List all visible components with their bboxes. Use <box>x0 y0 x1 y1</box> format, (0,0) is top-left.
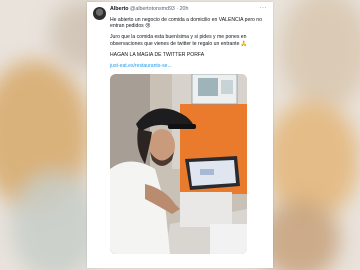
tweet-text: He abierto un negocio de comida a domici… <box>110 17 268 69</box>
tweet-time[interactable]: 20h <box>180 6 189 12</box>
avatar[interactable] <box>93 7 106 20</box>
tweet-paragraph: Juro que la comida esta buenísima y si p… <box>110 34 248 47</box>
photo-image <box>110 74 247 255</box>
separator: · <box>176 6 179 12</box>
user-handle[interactable]: @albertotonsmd93 <box>130 6 175 12</box>
tweet-paragraph: HAGAN LA MAGIA DE TWITTER PORFA <box>110 51 205 58</box>
tweet-link[interactable]: just-eat.es/restaurants-se... <box>110 63 172 69</box>
more-dots-icon[interactable]: ··· <box>260 5 268 11</box>
tweet-photo[interactable] <box>110 74 247 255</box>
tweet-paragraph: He abierto un negocio de comida a domici… <box>110 17 262 30</box>
tweet-card[interactable]: Alberto @albertotonsmd93 · 20h ··· He ab… <box>87 2 273 268</box>
tweet-author: Alberto @albertotonsmd93 · 20h <box>110 6 188 12</box>
display-name[interactable]: Alberto <box>110 6 129 12</box>
